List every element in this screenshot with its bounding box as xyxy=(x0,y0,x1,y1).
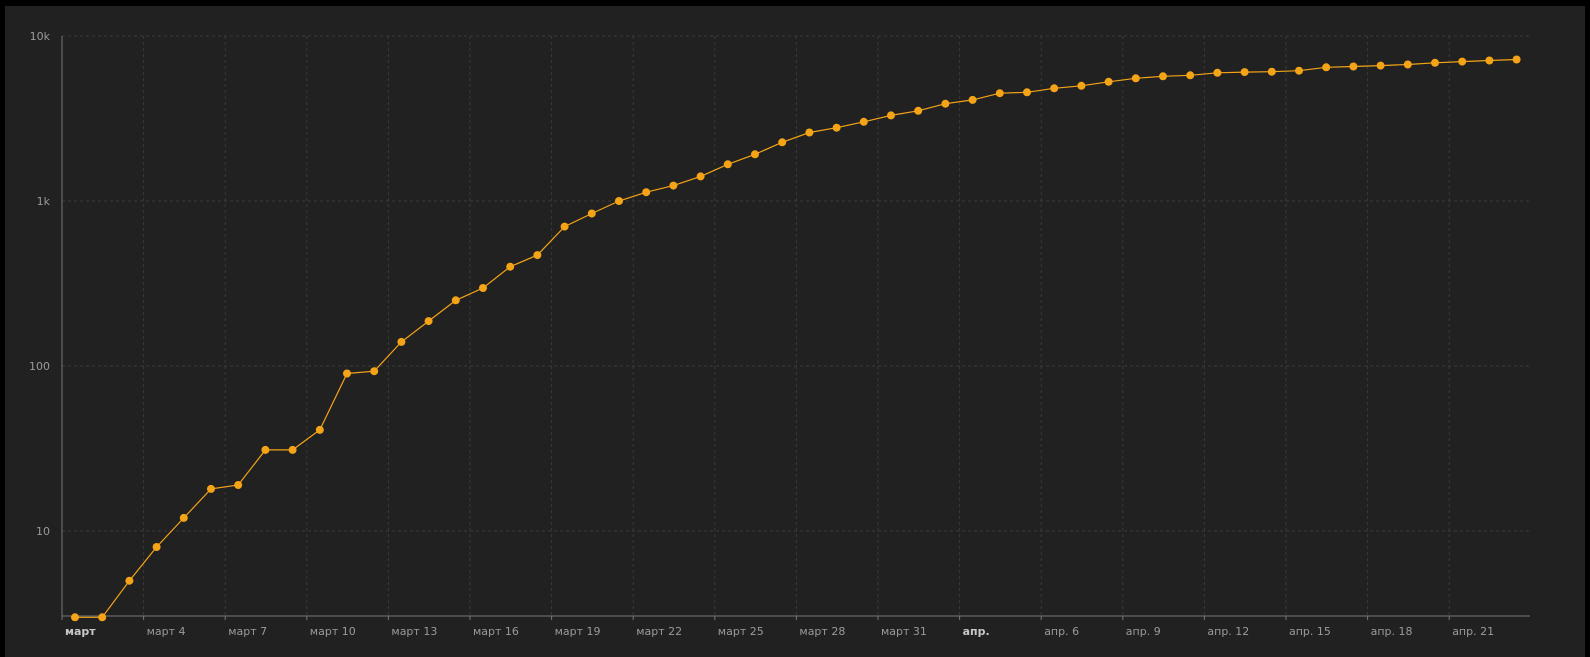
data-point xyxy=(642,188,651,197)
data-point xyxy=(887,111,895,120)
data-point xyxy=(1240,68,1249,77)
data-point xyxy=(1186,71,1195,80)
data-point xyxy=(451,296,460,305)
data-point xyxy=(424,317,433,326)
y-tick-label: 10k xyxy=(30,30,51,43)
line-chart: 10 100 1k 10k март март 4 март 7 март 10 март 1… xyxy=(29,30,1530,638)
data-point xyxy=(1131,74,1140,83)
data-point xyxy=(615,197,623,205)
data-point xyxy=(941,99,950,108)
data-point xyxy=(370,367,379,376)
data-point xyxy=(1485,56,1494,65)
data-point xyxy=(234,481,243,489)
x-tick-label: апр. 12 xyxy=(1207,625,1249,638)
x-tick-label: март 16 xyxy=(473,625,519,638)
x-tick-label: март 28 xyxy=(799,625,845,638)
x-tick-label: апр. 21 xyxy=(1452,625,1494,638)
data-point xyxy=(1322,63,1331,72)
x-tick-label: март 10 xyxy=(310,625,356,638)
y-tick-labels: 10 100 1k 10k xyxy=(29,30,51,538)
x-tick-label: март 22 xyxy=(636,625,682,638)
data-point xyxy=(560,222,569,231)
data-point xyxy=(506,262,515,271)
y-tick-label: 100 xyxy=(29,360,50,373)
x-tick-label: март 13 xyxy=(391,625,437,638)
x-tick-label: апр. xyxy=(963,625,990,638)
data-point xyxy=(1077,81,1086,90)
data-point xyxy=(1159,72,1167,81)
x-tick-label: апр. 6 xyxy=(1044,625,1079,638)
data-point xyxy=(179,513,188,522)
data-point xyxy=(1295,66,1303,75)
data-point xyxy=(696,172,705,181)
data-point xyxy=(723,160,732,169)
data-point xyxy=(1349,62,1358,71)
data-point xyxy=(968,95,977,104)
data-point xyxy=(125,576,134,585)
data-point xyxy=(533,251,542,260)
chart-frame: 10 100 1k 10k март март 4 март 7 март 10 март 1… xyxy=(5,6,1585,657)
series-points xyxy=(71,55,1521,622)
data-point xyxy=(914,106,923,115)
data-point xyxy=(288,445,297,454)
x-tick-label: апр. 15 xyxy=(1289,625,1331,638)
data-point xyxy=(1431,58,1439,67)
data-point xyxy=(98,613,107,622)
data-point xyxy=(397,337,406,346)
x-tick-label: март 31 xyxy=(881,625,927,638)
data-point xyxy=(1104,77,1113,86)
x-tick-labels: март март 4 март 7 март 10 март 13 март 16 мар… xyxy=(65,625,1494,638)
data-point xyxy=(859,117,868,126)
data-point xyxy=(832,123,841,132)
data-point xyxy=(751,150,759,159)
x-tick-label: март xyxy=(65,625,96,638)
data-point xyxy=(1050,84,1059,93)
x-tick-label: март 25 xyxy=(718,625,764,638)
data-point xyxy=(1213,68,1222,77)
y-tick-label: 1k xyxy=(37,195,51,208)
x-tick-label: март 4 xyxy=(147,625,186,638)
data-point xyxy=(669,181,678,190)
data-point xyxy=(343,369,351,378)
x-tick-label: март 7 xyxy=(228,625,267,638)
data-point xyxy=(207,484,215,493)
data-point xyxy=(995,89,1004,98)
data-point xyxy=(315,425,324,434)
x-tick-label: апр. 18 xyxy=(1371,625,1413,638)
data-point xyxy=(587,209,596,218)
x-tick-label: март 19 xyxy=(555,625,601,638)
data-point xyxy=(261,445,270,454)
data-point xyxy=(805,128,814,137)
data-point xyxy=(1512,55,1521,64)
data-point xyxy=(1023,88,1031,97)
data-point xyxy=(1458,57,1467,66)
data-point xyxy=(152,543,161,551)
data-point xyxy=(1267,67,1276,76)
data-point xyxy=(778,138,787,147)
series-line xyxy=(75,58,1517,618)
data-point xyxy=(479,284,487,292)
x-tick-label: апр. 9 xyxy=(1126,625,1161,638)
x-gridlines xyxy=(61,36,1450,620)
data-point xyxy=(71,613,79,622)
data-point xyxy=(1403,60,1412,69)
data-point xyxy=(1376,61,1385,70)
y-tick-label: 10 xyxy=(36,525,50,538)
